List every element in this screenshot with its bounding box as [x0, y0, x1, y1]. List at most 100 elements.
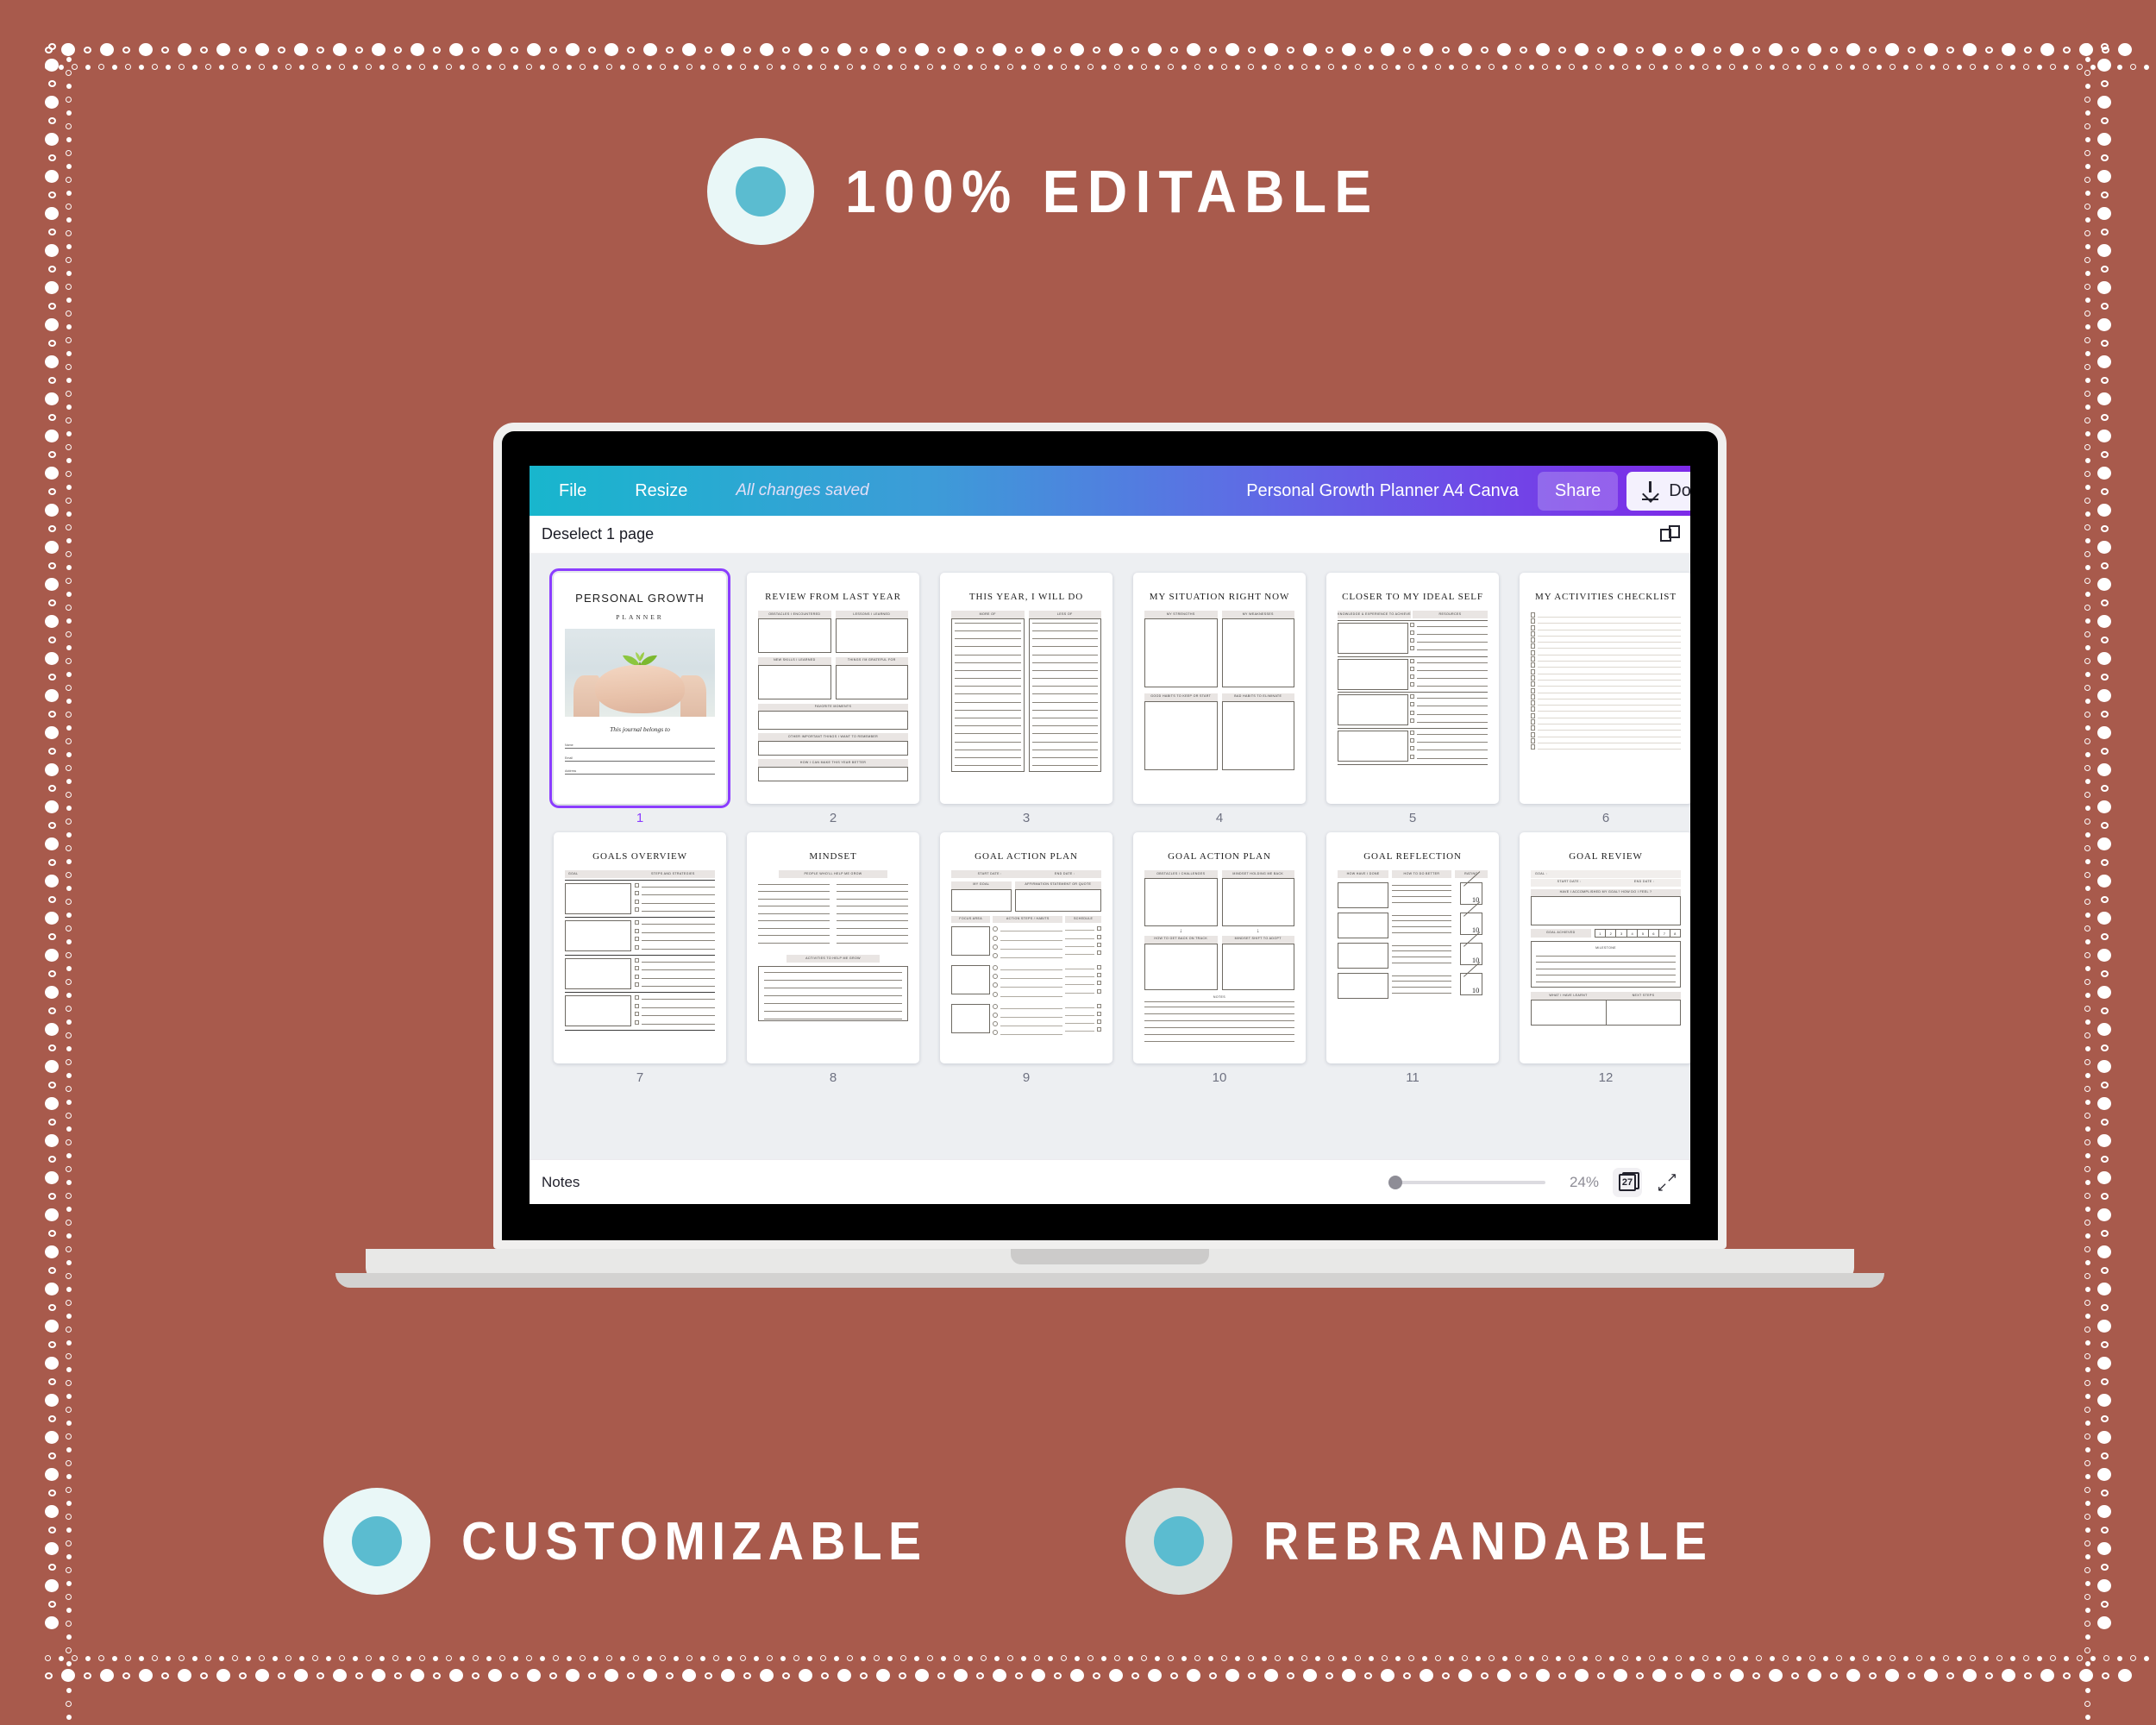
page-number-label: 1 — [636, 811, 644, 825]
page-number-label: 11 — [1406, 1070, 1420, 1085]
page-canvas[interactable]: MINDSET PEOPLE WHO'LL HELP ME GROW ACTIVIT… — [747, 832, 919, 1063]
page-title: GOAL REFLECTION — [1363, 851, 1462, 862]
frame-right-dots-inner — [2084, 43, 2090, 1720]
page-number-label: 2 — [829, 811, 837, 825]
page-grid[interactable]: PERSONAL GROWTH PLANNER This journal belon… — [530, 554, 1690, 1159]
deselect-pages-button[interactable]: Deselect 1 page — [542, 525, 654, 543]
page-title: GOAL ACTION PLAN — [1168, 851, 1271, 862]
page-thumbnail-3[interactable]: THIS YEAR, I WILL DO MORE OF LESS OF 3 — [940, 573, 1112, 825]
badge-circle-icon — [323, 1488, 430, 1595]
expand-icon[interactable]: ↗ ↙ — [1656, 1171, 1678, 1194]
page-thumbnail-12[interactable]: GOAL REVIEW GOAL : START DATE : END DATE :H… — [1520, 832, 1690, 1085]
frame-top-dots-inner — [45, 64, 2149, 70]
cover-field[interactable]: Email — [565, 756, 715, 762]
notes-button[interactable]: Notes — [542, 1174, 580, 1191]
document-title[interactable]: Personal Growth Planner A4 Canva — [1246, 481, 1519, 501]
laptop-lid: File Resize All changes saved Personal G… — [493, 423, 1727, 1249]
app-subbar: Deselect 1 page — [530, 516, 1690, 554]
page-canvas[interactable]: GOAL ACTION PLAN OBSTACLES / CHALLENGES MI… — [1133, 832, 1306, 1063]
tagline-rebrandable: REBRANDABLE — [1125, 1488, 1752, 1595]
page-number-label: 7 — [636, 1070, 644, 1085]
page-canvas[interactable]: GOAL ACTION PLAN START DATE : END DATE : MY… — [940, 832, 1112, 1063]
page-number-label: 4 — [1215, 811, 1224, 825]
tagline-customizable-label: CUSTOMIZABLE — [461, 1511, 928, 1571]
page-title: GOALS OVERVIEW — [592, 851, 687, 862]
share-button[interactable]: Share — [1537, 471, 1619, 511]
page-thumbnail-1[interactable]: PERSONAL GROWTH PLANNER This journal belon… — [549, 568, 730, 825]
page-row: PERSONAL GROWTH PLANNER This journal belon… — [549, 568, 1690, 825]
page-thumbnail-11[interactable]: GOAL REFLECTION HOW HAVE I DONE HOW TO DO … — [1326, 832, 1499, 1085]
menu-resize[interactable]: Resize — [635, 481, 687, 501]
page-canvas[interactable]: THIS YEAR, I WILL DO MORE OF LESS OF — [940, 573, 1112, 804]
journal-belongs-label: This journal belongs to — [610, 725, 670, 733]
cover-field[interactable]: Address — [565, 769, 715, 775]
page-number-label: 9 — [1022, 1070, 1031, 1085]
page-thumbnail-10[interactable]: GOAL ACTION PLAN OBSTACLES / CHALLENGES MI… — [1133, 832, 1306, 1085]
app-topbar: File Resize All changes saved Personal G… — [530, 466, 1690, 516]
bottombar-controls: 24% 27 ↗ ↙ — [1388, 1167, 1678, 1197]
page-canvas[interactable]: REVIEW FROM LAST YEAR OBSTACLES I ENCOUNT… — [747, 573, 919, 804]
frame-right-dots — [2097, 43, 2111, 1682]
page-number-label: 8 — [829, 1070, 837, 1085]
page-title: CLOSER TO MY IDEAL SELF — [1342, 592, 1483, 602]
badge-circle-icon — [707, 138, 814, 245]
page-thumbnail-8[interactable]: MINDSET PEOPLE WHO'LL HELP ME GROW ACTIVIT… — [747, 832, 919, 1085]
page-canvas[interactable]: GOALS OVERVIEW GOAL STEPS AND STRATEGIES — [554, 832, 726, 1063]
page-subtitle: PLANNER — [616, 613, 664, 621]
page-number-label: 12 — [1598, 1070, 1614, 1085]
page-title: MY SITUATION RIGHT NOW — [1149, 592, 1290, 602]
page-count-button[interactable]: 27 — [1613, 1167, 1642, 1197]
rating-box: 10 — [1459, 972, 1482, 995]
download-icon — [1642, 481, 1659, 500]
frame-bottom-dots — [45, 1669, 2132, 1682]
laptop-screen: File Resize All changes saved Personal G… — [530, 466, 1690, 1204]
page-number-label: 10 — [1212, 1070, 1227, 1085]
tagline-editable: 100% EDITABLE — [707, 138, 1426, 245]
tagline-rebrandable-label: REBRANDABLE — [1263, 1511, 1714, 1571]
page-number-label: 3 — [1022, 811, 1031, 825]
page-canvas[interactable]: GOAL REVIEW GOAL : START DATE : END DATE :H… — [1520, 832, 1690, 1063]
page-title: GOAL REVIEW — [1569, 851, 1643, 862]
page-title: GOAL ACTION PLAN — [975, 851, 1078, 862]
page-row: GOALS OVERVIEW GOAL STEPS AND STRATEGIES 7 M… — [554, 832, 1690, 1085]
zoom-percent-label: 24% — [1569, 1173, 1599, 1190]
laptop-base-lip — [335, 1273, 1884, 1288]
frame-left-dots — [45, 43, 59, 1682]
save-status: All changes saved — [736, 481, 869, 499]
download-button[interactable]: Downlo — [1626, 471, 1690, 511]
zoom-slider-handle[interactable] — [1388, 1175, 1402, 1189]
frame-bottom-dots-inner — [45, 1655, 2149, 1661]
page-canvas[interactable]: PERSONAL GROWTH PLANNER This journal belon… — [549, 568, 730, 808]
page-canvas[interactable]: GOAL REFLECTION HOW HAVE I DONE HOW TO DO … — [1326, 832, 1499, 1063]
page-title: THIS YEAR, I WILL DO — [968, 592, 1084, 602]
page-thumbnail-2[interactable]: REVIEW FROM LAST YEAR OBSTACLES I ENCOUNT… — [747, 573, 919, 825]
page-thumbnail-7[interactable]: GOALS OVERVIEW GOAL STEPS AND STRATEGIES 7 — [554, 832, 726, 1085]
app-bottombar: Notes 24% 27 ↗ ↙ — [530, 1159, 1690, 1204]
topbar-actions: Personal Growth Planner A4 Canva Share D… — [1246, 466, 1690, 516]
cover-photo — [565, 629, 715, 717]
page-title: MINDSET — [809, 851, 857, 862]
badge-circle-icon — [1125, 1488, 1232, 1595]
page-title: PERSONAL GROWTH — [575, 592, 705, 605]
page-thumbnail-6[interactable]: MY ACTIVITIES CHECKLIST 6 — [1520, 573, 1690, 825]
page-thumbnail-5[interactable]: CLOSER TO MY IDEAL SELF KNOWLEDGE & EXPER… — [1326, 573, 1499, 825]
frame-left-dots-inner — [66, 43, 72, 1720]
tagline-editable-label: 100% EDITABLE — [845, 158, 1380, 225]
page-canvas[interactable]: MY ACTIVITIES CHECKLIST — [1520, 573, 1690, 804]
cover-field[interactable]: Name — [565, 743, 715, 749]
page-number-label: 6 — [1601, 811, 1610, 825]
add-page-icon[interactable] — [1659, 524, 1680, 545]
tagline-customizable: CUSTOMIZABLE — [323, 1488, 968, 1595]
page-thumbnail-9[interactable]: GOAL ACTION PLAN START DATE : END DATE : MY… — [940, 832, 1112, 1085]
download-button-label: Downlo — [1669, 480, 1690, 500]
page-thumbnail-4[interactable]: MY SITUATION RIGHT NOW MY STRENGTHS MY WEA… — [1133, 573, 1306, 825]
page-number-label: 5 — [1408, 811, 1417, 825]
zoom-slider[interactable] — [1388, 1175, 1545, 1189]
menu-file[interactable]: File — [559, 481, 586, 501]
page-title: REVIEW FROM LAST YEAR — [765, 592, 901, 602]
page-canvas[interactable]: MY SITUATION RIGHT NOW MY STRENGTHS MY WEA… — [1133, 573, 1306, 804]
page-title: MY ACTIVITIES CHECKLIST — [1535, 592, 1677, 602]
page-canvas[interactable]: CLOSER TO MY IDEAL SELF KNOWLEDGE & EXPER… — [1326, 573, 1499, 804]
page-count-label: 27 — [1619, 1173, 1636, 1191]
frame-top-dots — [45, 43, 2132, 56]
